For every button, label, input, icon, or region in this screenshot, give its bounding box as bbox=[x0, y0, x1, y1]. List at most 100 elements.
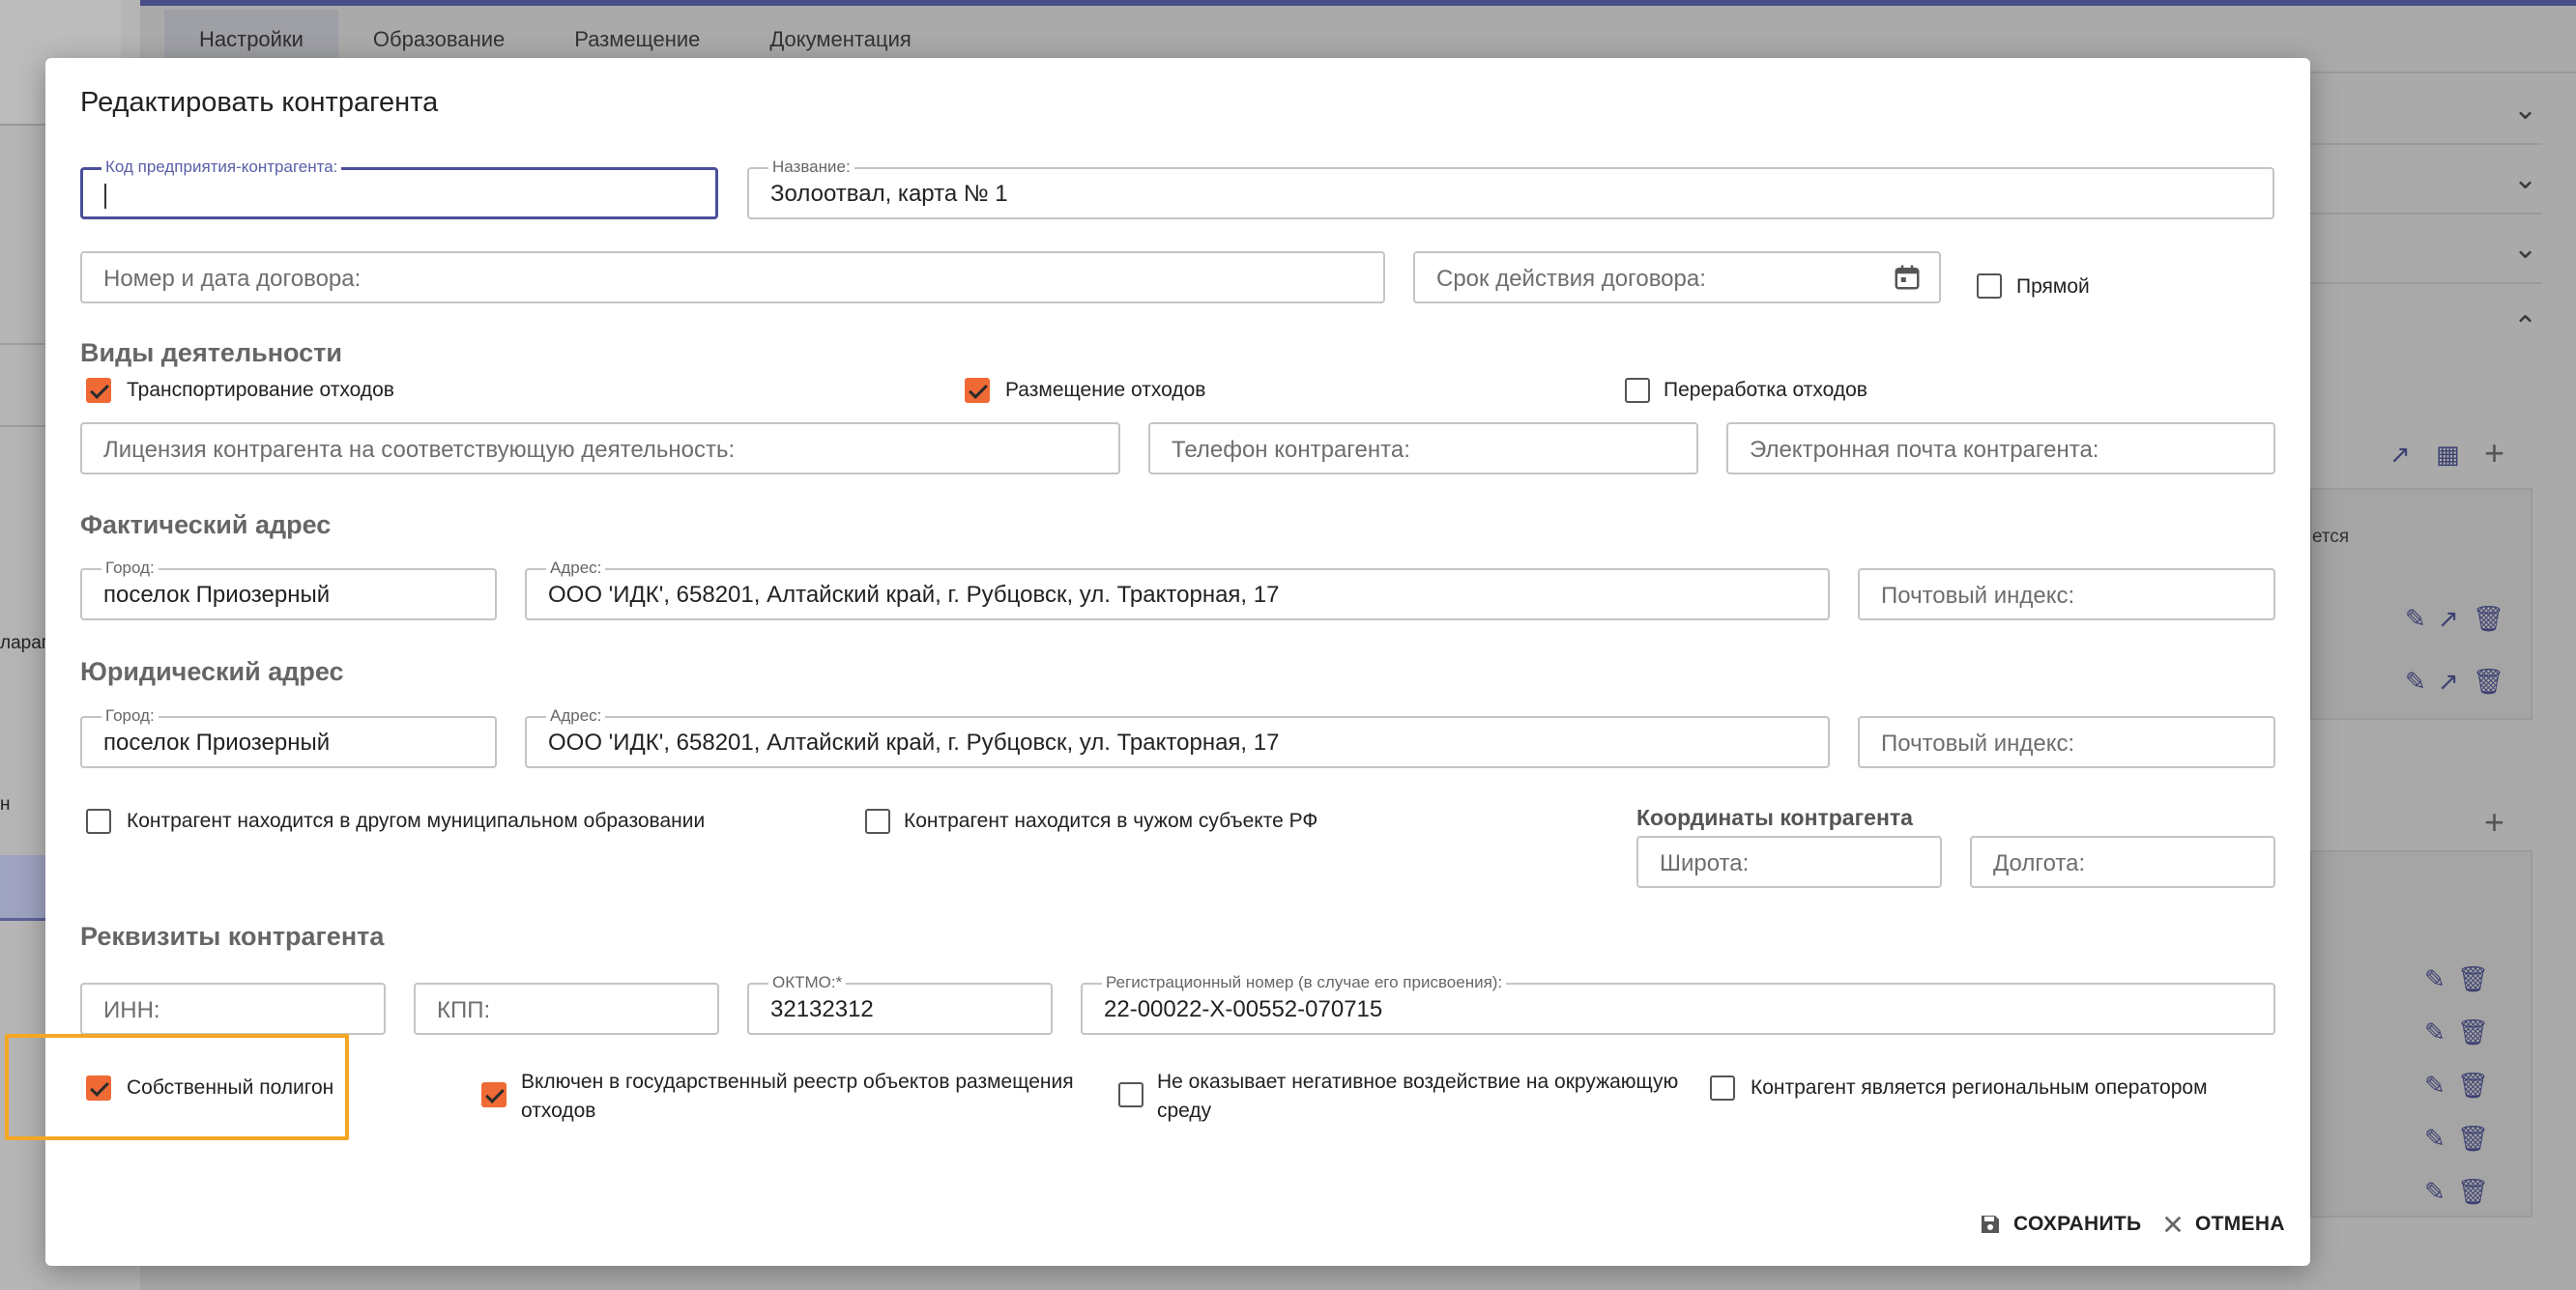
edit-icon[interactable]: ✎ bbox=[2405, 667, 2426, 697]
fact-address-heading: Фактический адрес bbox=[80, 510, 332, 539]
chevron-down-icon[interactable]: ⌄ bbox=[2513, 232, 2537, 266]
other-municipality-checkbox[interactable] bbox=[86, 809, 111, 834]
inn-field[interactable]: ИНН: bbox=[80, 983, 386, 1035]
fact-zip-field[interactable]: Почтовый индекс: bbox=[1858, 568, 2275, 620]
email-placeholder: Электронная почта контрагента: bbox=[1750, 437, 2099, 463]
email-field[interactable]: Электронная почта контрагента: bbox=[1726, 422, 2275, 474]
open-external-icon[interactable]: ↗ bbox=[2438, 604, 2459, 634]
state-registry-label: Включен в государственный реестр объекто… bbox=[521, 1071, 1074, 1122]
delete-icon[interactable]: 🗑 bbox=[2457, 1177, 2489, 1207]
legal-address-heading: Юридический адрес bbox=[80, 657, 344, 686]
reg-number-label: Регистрационный номер (в случае его прис… bbox=[1102, 972, 1507, 993]
direct-checkbox[interactable] bbox=[1977, 273, 2002, 299]
delete-icon[interactable]: 🗑 bbox=[2457, 1071, 2489, 1101]
add-icon[interactable]: + bbox=[2484, 802, 2504, 843]
other-subject-label: Контрагент находится в чужом субъекте РФ bbox=[904, 810, 1318, 832]
contract-field[interactable]: Номер и дата договора: bbox=[80, 251, 1385, 303]
code-field[interactable]: Код предприятия-контрагента: bbox=[80, 157, 718, 219]
reg-number-value: 22-00022-Х-00552-070715 bbox=[1104, 996, 1383, 1022]
name-field-value: Золоотвал, карта № 1 bbox=[770, 181, 1008, 207]
fact-city-label: Город: bbox=[101, 558, 159, 579]
fact-address-label: Адрес: bbox=[546, 558, 606, 579]
oktmo-field[interactable]: ОКТМО:* 32132312 bbox=[747, 972, 1053, 1035]
edit-icon[interactable]: ✎ bbox=[2424, 1124, 2446, 1154]
regional-operator-label: Контрагент является региональным операто… bbox=[1751, 1076, 2208, 1099]
own-landfill-label: Собственный полигон bbox=[127, 1076, 334, 1099]
edit-icon[interactable]: ✎ bbox=[2424, 1018, 2446, 1047]
license-field[interactable]: Лицензия контрагента на соответствующую … bbox=[80, 422, 1120, 474]
background-sidebar-text: н bbox=[0, 794, 11, 815]
legal-zip-field[interactable]: Почтовый индекс: bbox=[1858, 716, 2275, 768]
edit-icon[interactable]: ✎ bbox=[2424, 964, 2446, 994]
delete-icon[interactable]: 🗑 bbox=[2457, 1124, 2489, 1154]
kpp-placeholder: КПП: bbox=[437, 997, 491, 1023]
save-icon bbox=[1982, 1216, 1999, 1233]
background-accordion[interactable] bbox=[2310, 216, 2542, 284]
direct-label: Прямой bbox=[2016, 275, 2090, 298]
fact-zip-placeholder: Почтовый индекс: bbox=[1881, 583, 2075, 609]
phone-placeholder: Телефон контрагента: bbox=[1172, 437, 1410, 463]
background-sidebar-active-item bbox=[0, 855, 46, 921]
longitude-field[interactable]: Долгота: bbox=[1970, 836, 2275, 888]
legal-city-field[interactable]: Город: поселок Приозерный bbox=[80, 705, 497, 768]
state-registry-checkbox[interactable] bbox=[481, 1082, 507, 1107]
text-cursor bbox=[104, 184, 106, 209]
chevron-down-icon[interactable]: ⌄ bbox=[2513, 162, 2537, 196]
add-icon[interactable]: + bbox=[2484, 433, 2504, 473]
cancel-button[interactable]: ОТМЕНА bbox=[2162, 1213, 2285, 1236]
legal-address-field[interactable]: Адрес: ООО 'ИДК', 658201, Алтайский край… bbox=[525, 705, 1830, 768]
transport-label: Транспортирование отходов bbox=[127, 379, 394, 401]
requisites-heading: Реквизиты контрагента bbox=[80, 922, 385, 951]
open-external-icon[interactable]: ↗ bbox=[2389, 440, 2411, 470]
regional-operator-checkbox[interactable] bbox=[1710, 1075, 1735, 1101]
legal-address-value: ООО 'ИДК', 658201, Алтайский край, г. Ру… bbox=[548, 730, 1280, 756]
license-placeholder: Лицензия контрагента на соответствующую … bbox=[103, 437, 736, 463]
name-field-label: Название: bbox=[768, 157, 854, 178]
legal-city-label: Город: bbox=[101, 705, 159, 727]
open-external-icon[interactable]: ↗ bbox=[2438, 667, 2459, 697]
other-municipality-label: Контрагент находится в другом муниципаль… bbox=[127, 810, 706, 832]
background-table bbox=[2310, 850, 2533, 1218]
legal-city-value: поселок Приозерный bbox=[103, 730, 331, 756]
contract-field-placeholder: Номер и дата договора: bbox=[103, 266, 362, 292]
code-field-label: Код предприятия-контрагента: bbox=[101, 157, 342, 178]
own-landfill-checkbox[interactable] bbox=[86, 1075, 111, 1101]
calendar-icon[interactable] bbox=[1893, 263, 1922, 292]
edit-icon[interactable]: ✎ bbox=[2424, 1177, 2446, 1207]
kpp-field[interactable]: КПП: bbox=[414, 983, 719, 1035]
placement-checbox[interactable] bbox=[965, 378, 990, 403]
transport-checkbox[interactable] bbox=[86, 378, 111, 403]
chevron-up-icon[interactable]: ⌄ bbox=[2513, 307, 2537, 341]
coordinates-heading: Координаты контрагента bbox=[1636, 805, 1913, 830]
delete-icon[interactable]: 🗑 bbox=[2473, 667, 2504, 697]
fact-city-value: поселок Приозерный bbox=[103, 582, 331, 608]
excel-icon[interactable]: ▦ bbox=[2436, 440, 2460, 470]
phone-field[interactable]: Телефон контрагента: bbox=[1148, 422, 1698, 474]
activities-heading: Виды деятельности bbox=[80, 338, 342, 367]
background-accordion[interactable] bbox=[2310, 147, 2542, 215]
delete-icon[interactable]: 🗑 bbox=[2473, 604, 2504, 634]
no-negative-impact-checkbox[interactable] bbox=[1118, 1082, 1143, 1107]
save-button[interactable]: СОХРАНИТЬ bbox=[1979, 1213, 2141, 1236]
fact-city-field[interactable]: Город: поселок Приозерный bbox=[80, 558, 497, 620]
name-field[interactable]: Название: Золоотвал, карта № 1 bbox=[747, 157, 2274, 219]
chevron-down-icon[interactable]: ⌄ bbox=[2513, 93, 2537, 127]
delete-icon[interactable]: 🗑 bbox=[2457, 1018, 2489, 1047]
processing-label: Переработка отходов bbox=[1664, 379, 1867, 401]
contract-term-field[interactable]: Срок действия договора: bbox=[1413, 251, 1941, 303]
edit-icon[interactable]: ✎ bbox=[2424, 1071, 2446, 1101]
background-accordion[interactable] bbox=[2310, 77, 2542, 145]
contract-term-placeholder: Срок действия договора: bbox=[1436, 266, 1706, 292]
latitude-field[interactable]: Широта: bbox=[1636, 836, 1942, 888]
other-subject-checkbox[interactable] bbox=[865, 809, 890, 834]
background-table-header: ется bbox=[2312, 527, 2350, 547]
background-topbar bbox=[140, 0, 2576, 6]
fact-address-field[interactable]: Адрес: ООО 'ИДК', 658201, Алтайский край… bbox=[525, 558, 1830, 620]
oktmo-label: ОКТМО:* bbox=[768, 972, 847, 993]
delete-icon[interactable]: 🗑 bbox=[2457, 964, 2489, 994]
cancel-button-label: ОТМЕНА bbox=[2195, 1213, 2285, 1235]
edit-icon[interactable]: ✎ bbox=[2405, 604, 2426, 634]
dialog-title: Редактировать контрагента bbox=[80, 87, 439, 118]
reg-number-field[interactable]: Регистрационный номер (в случае его прис… bbox=[1081, 972, 2275, 1035]
processing-checkbox[interactable] bbox=[1625, 378, 1650, 403]
